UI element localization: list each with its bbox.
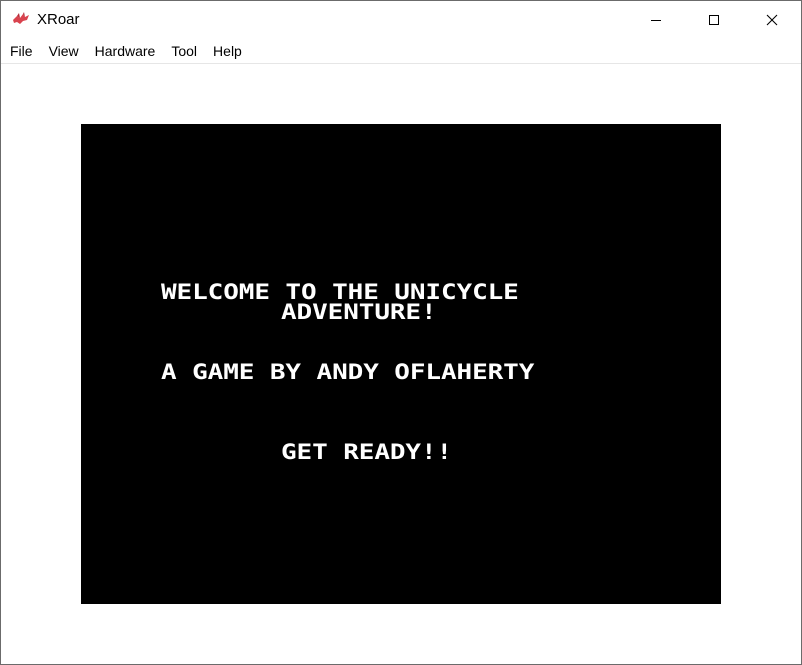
emulator-screen[interactable]: WELCOME TO THE UNICYCLE ADVENTURE! A GAM… bbox=[81, 124, 721, 604]
app-window: XRoar File View Hardware Tool Help WELCO… bbox=[0, 0, 802, 665]
screen-text-line: A GAME BY ANDY OFLAHERTY bbox=[161, 359, 535, 385]
menu-file[interactable]: File bbox=[1, 40, 41, 62]
maximize-button[interactable] bbox=[685, 1, 743, 39]
screen-text-line: WELCOME TO THE UNICYCLE bbox=[161, 279, 519, 305]
menu-tool[interactable]: Tool bbox=[163, 40, 205, 62]
menu-help[interactable]: Help bbox=[205, 40, 250, 62]
title-bar[interactable]: XRoar bbox=[1, 1, 801, 39]
window-title: XRoar bbox=[37, 11, 80, 28]
close-button[interactable] bbox=[743, 1, 801, 39]
xroar-dragon-icon bbox=[13, 12, 29, 24]
screen-text-line: ADVENTURE! bbox=[281, 299, 437, 325]
menu-hardware[interactable]: Hardware bbox=[87, 40, 164, 62]
maximize-icon bbox=[709, 15, 719, 25]
menu-view[interactable]: View bbox=[41, 40, 87, 62]
screen-text-line: GET READY!! bbox=[281, 439, 453, 465]
minimize-button[interactable] bbox=[627, 1, 685, 39]
menu-bar: File View Hardware Tool Help bbox=[1, 39, 801, 64]
emulator-client-area[interactable]: WELCOME TO THE UNICYCLE ADVENTURE! A GAM… bbox=[1, 64, 801, 664]
minimize-icon bbox=[651, 20, 661, 21]
close-icon bbox=[766, 14, 778, 26]
